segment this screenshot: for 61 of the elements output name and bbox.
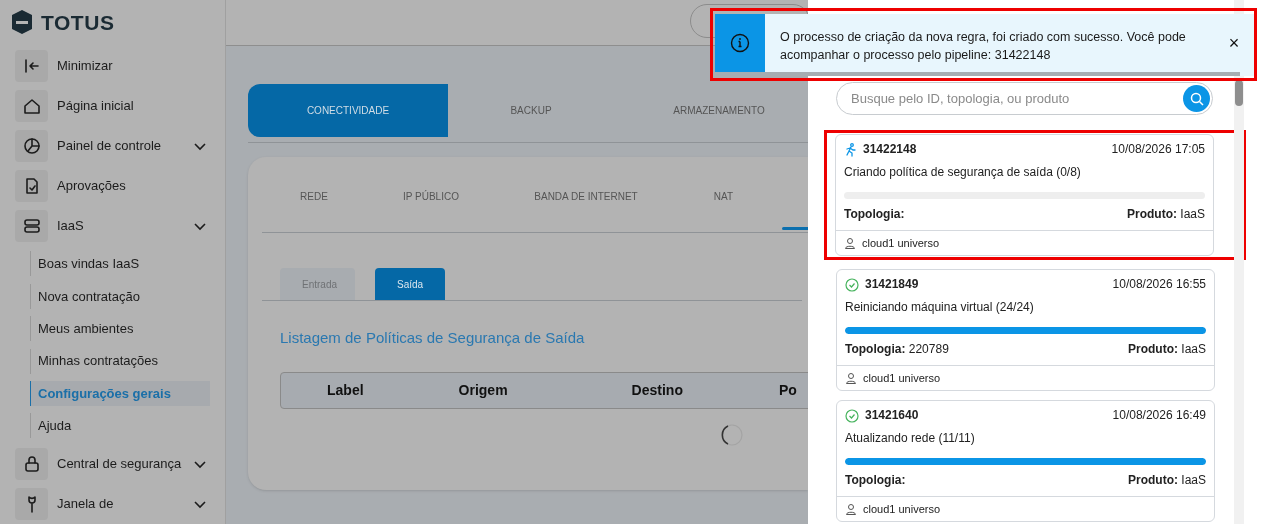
pipeline-card[interactable]: 31421640 10/08/2026 16:49 Atualizando rede (11/11) Topologia: Produto: IaaS cloud1 universo [836, 400, 1215, 522]
job-id: 31422148 [863, 142, 917, 157]
scrollbar-thumb[interactable] [1235, 80, 1243, 106]
section-title: Listagem de Políticas de Segurança de Saída [279, 328, 586, 348]
product-text: Produto: IaaS [1127, 473, 1206, 488]
logo-text: TOTUS [41, 12, 115, 33]
network-tab[interactable]: REDE [262, 176, 366, 217]
tab-indicator [782, 227, 808, 230]
submenu-item[interactable]: Minhas contratações [30, 348, 210, 374]
sidebar-item[interactable]: Janela de [0, 484, 225, 524]
product-text: Produto: IaaS [1126, 207, 1205, 222]
column-header: Label [327, 380, 364, 400]
submenu-item[interactable]: Boas vindas IaaS [30, 251, 210, 277]
logo-mark-icon [11, 9, 33, 35]
user-icon [844, 237, 856, 249]
user-icon [845, 372, 857, 384]
close-button[interactable]: × [1214, 29, 1254, 57]
check-circle-icon [845, 408, 859, 423]
job-id: 31421640 [865, 408, 919, 423]
job-description: Criando política de segurança de saída (0/8) [843, 165, 1082, 180]
running-figure-icon [844, 142, 857, 157]
job-id: 31421849 [865, 277, 919, 292]
job-description: Atualizando rede (11/11) [844, 431, 976, 446]
job-user: cloud1 universo [863, 501, 941, 517]
pie-chart-icon [21, 135, 42, 156]
job-description: Reiniciando máquina virtual (24/24) [844, 300, 1035, 315]
sidebar-item[interactable]: Central de segurança [0, 444, 225, 484]
user-icon [845, 503, 857, 515]
job-date: 10/08/2026 17:05 [1111, 142, 1205, 157]
info-icon [730, 33, 750, 53]
column-header: Po [778, 380, 797, 400]
job-user: cloud1 universo [863, 370, 941, 386]
search-icon [1189, 91, 1204, 106]
column-header: Origem [458, 380, 508, 400]
product-text: Produto: IaaS [1127, 342, 1206, 357]
sidebar-item[interactable]: IaaS [0, 205, 225, 246]
job-date: 10/08/2026 16:55 [1112, 277, 1206, 292]
search-button[interactable] [1183, 85, 1210, 112]
sidebar-item[interactable]: Página inicial [0, 85, 225, 126]
check-circle-icon [845, 277, 859, 292]
sidebar-item[interactable]: Aprovações [0, 165, 225, 206]
toast-message: O processo de criação da nova regra, foi criado com sucesso. Você pode acompanhar o processo pelo pipeline: 31422148 [779, 29, 1187, 64]
pipeline-card[interactable]: 31422148 10/08/2026 17:05 Criando política de segurança de saída (0/8) Topologia: Produto: IaaS cloud1 universo [835, 134, 1214, 256]
pipeline-card[interactable]: 31421849 10/08/2026 16:55 Reiniciando máquina virtual (24/24) Topologia: 220789 Produto: IaaS cloud1 universo [836, 269, 1215, 391]
search-field[interactable]: Busque pelo ID, topologia, ou produto [836, 82, 1213, 115]
submenu-item[interactable]: Meus ambientes [30, 316, 210, 342]
category-tab[interactable]: CONECTIVIDADE [248, 84, 448, 137]
job-date: 10/08/2026 16:49 [1112, 408, 1206, 423]
network-tab[interactable]: IP PÚBLICO [366, 176, 496, 217]
topology-text: Topologia: 220789 [845, 342, 949, 357]
topology-text: Topologia: [845, 473, 906, 488]
submenu-item[interactable]: Nova contratação [30, 283, 210, 309]
network-tab[interactable]: BANDA DE INTERNET [496, 176, 676, 217]
submenu-item[interactable]: Ajuda [30, 413, 210, 439]
column-header: Destino [631, 380, 683, 400]
sidebar-item[interactable]: Painel de controle [0, 125, 225, 166]
topology-text: Topologia: [844, 207, 905, 222]
job-user: cloud1 universo [862, 235, 940, 251]
sidebar-item[interactable]: Minimizar [0, 45, 225, 86]
direction-tab[interactable]: Saída [375, 268, 446, 300]
network-tab[interactable]: NAT [676, 176, 771, 217]
